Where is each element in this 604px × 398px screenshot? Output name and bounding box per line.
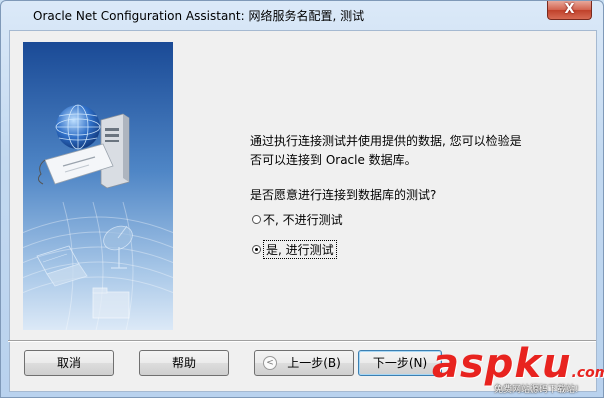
radio-option-test[interactable]: 是, 进行测试 (252, 239, 337, 259)
description-text: 通过执行连接测试并使用提供的数据, 您可以检验是 否可以连接到 Oracle 数… (250, 132, 550, 170)
back-button[interactable]: < 上一步(B) (254, 350, 354, 376)
site-watermark: aspku.com 免费网站源码下载站! (432, 344, 604, 398)
close-button[interactable]: X (547, 1, 592, 20)
radio-button-selected-icon[interactable] (252, 244, 261, 254)
cancel-button[interactable]: 取消 (24, 350, 114, 376)
help-button[interactable]: 帮助 (139, 350, 229, 376)
globe-icon (55, 104, 101, 150)
watermark-logo-suffix: .com (571, 365, 604, 381)
back-arrow-icon: < (263, 356, 277, 370)
folder-icon (92, 287, 130, 319)
radio-button-icon[interactable] (252, 214, 261, 224)
close-icon: X (564, 2, 575, 17)
test-question: 是否愿意进行连接到数据库的测试? (250, 188, 437, 202)
radio-label-no-test[interactable]: 不, 不进行测试 (263, 211, 343, 228)
description-line-2: 否可以连接到 Oracle 数据库。 (250, 153, 417, 167)
radio-option-no-test[interactable]: 不, 不进行测试 (252, 210, 343, 228)
title-bar[interactable]: Oracle Net Configuration Assistant: 网络服务… (1, 1, 604, 29)
description-line-1: 通过执行连接测试并使用提供的数据, 您可以检验是 (250, 134, 522, 148)
watermark-logo-text: aspku (432, 341, 572, 387)
radio-label-test[interactable]: 是, 进行测试 (263, 239, 337, 259)
watermark-subtitle: 免费网站源码下载站! (494, 385, 579, 395)
back-button-label: 上一步(B) (287, 356, 341, 370)
wizard-side-image (23, 42, 173, 330)
next-button[interactable]: 下一步(N) (358, 350, 442, 376)
window-title: Oracle Net Configuration Assistant: 网络服务… (33, 9, 365, 23)
